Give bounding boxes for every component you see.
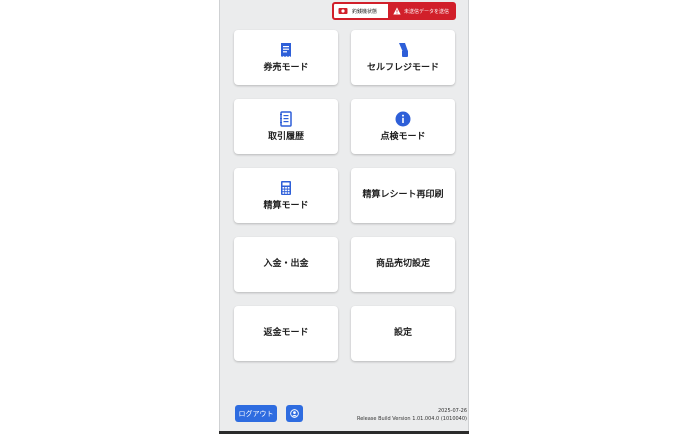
- info-icon: [395, 111, 411, 127]
- user-account-button[interactable]: [286, 405, 303, 422]
- settings-button[interactable]: 設定: [351, 306, 455, 361]
- self-register-icon: [399, 43, 408, 57]
- settlement-mode-label: 精算モード: [263, 201, 309, 211]
- reprint-settlement-receipt-label: 精算レシート再印刷: [362, 190, 444, 200]
- settings-label: 設定: [393, 328, 412, 338]
- change-machine-icon: [338, 8, 348, 14]
- deposit-withdrawal-button[interactable]: 入金・出金: [234, 237, 338, 292]
- send-unsent-data-label: 未送信データを送信: [403, 8, 449, 15]
- calculator-icon: [281, 181, 291, 195]
- self-register-mode-button[interactable]: セルフレジモード: [351, 30, 455, 85]
- status-bar: 釣銭機状態 未送信データを送信: [332, 2, 456, 20]
- build-version-text: Release Build Version 1.01.004.0 (101004…: [356, 416, 467, 422]
- refund-mode-button[interactable]: 返金モード: [234, 306, 338, 361]
- ticket-icon: [281, 43, 291, 57]
- ticket-mode-button[interactable]: 券売モード: [234, 30, 338, 85]
- deposit-withdrawal-label: 入金・出金: [263, 259, 309, 269]
- user-icon: [290, 409, 299, 418]
- change-machine-status[interactable]: 釣銭機状態: [334, 4, 388, 18]
- logout-button[interactable]: ログアウト: [235, 405, 277, 422]
- inspection-mode-button[interactable]: 点検モード: [351, 99, 455, 154]
- inspection-mode-label: 点検モード: [380, 132, 426, 142]
- history-icon: [280, 111, 292, 127]
- sold-out-settings-button[interactable]: 商品売切設定: [351, 237, 455, 292]
- settlement-mode-button[interactable]: 精算モード: [234, 168, 338, 223]
- refund-mode-label: 返金モード: [263, 328, 309, 338]
- transaction-history-button[interactable]: 取引履歴: [234, 99, 338, 154]
- send-unsent-data-button[interactable]: 未送信データを送信: [388, 4, 454, 18]
- warning-icon: [393, 7, 401, 15]
- reprint-settlement-receipt-button[interactable]: 精算レシート再印刷: [351, 168, 455, 223]
- date-text: 2025-07-26: [437, 408, 467, 414]
- logout-label: ログアウト: [238, 409, 274, 418]
- transaction-history-label: 取引履歴: [267, 132, 304, 142]
- self-register-mode-label: セルフレジモード: [366, 63, 439, 73]
- change-machine-status-label: 釣銭機状態: [352, 8, 378, 15]
- sold-out-settings-label: 商品売切設定: [375, 259, 430, 269]
- ticket-mode-label: 券売モード: [263, 63, 309, 73]
